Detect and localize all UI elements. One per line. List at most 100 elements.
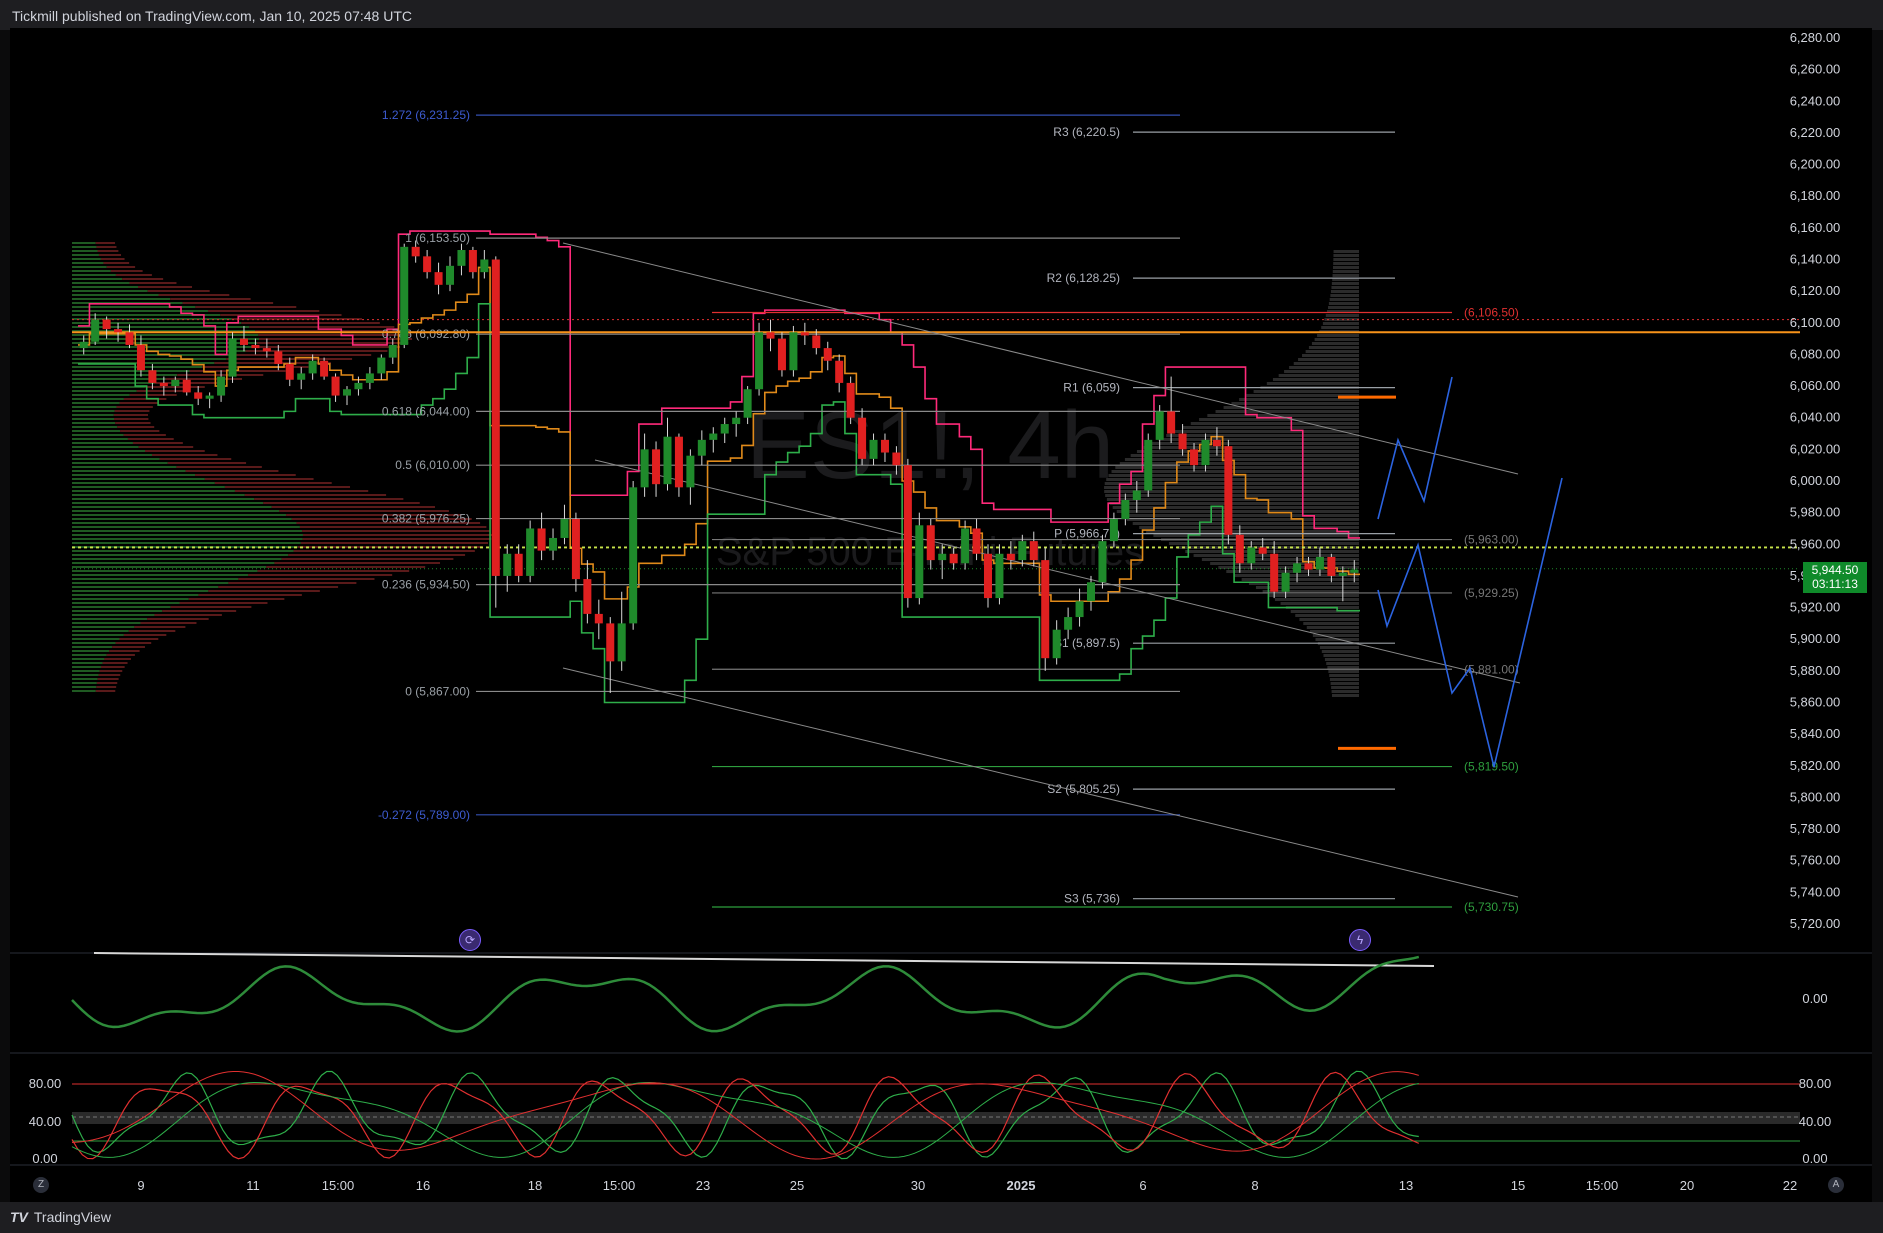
candle-body <box>1224 446 1233 535</box>
profile-bar-right <box>1331 690 1359 693</box>
candle-body <box>720 424 729 434</box>
profile-bar <box>147 290 210 292</box>
profile-bar <box>72 370 190 372</box>
candle-body <box>114 329 123 333</box>
profile-bar-right <box>1299 618 1359 621</box>
candle-body <box>526 528 535 576</box>
time-tick-label: 15 <box>1511 1178 1525 1193</box>
candle-body <box>1167 411 1176 434</box>
fib-level-label: 0.618 (6,044.00) <box>382 404 470 418</box>
profile-bar <box>204 478 314 480</box>
profile-bar <box>72 266 107 268</box>
profile-bar-right <box>1106 478 1359 481</box>
profile-bar <box>263 502 420 504</box>
candle-body <box>1098 541 1107 583</box>
profile-bar <box>241 322 380 324</box>
candle-body <box>1327 556 1336 576</box>
candle-body <box>1258 547 1267 554</box>
profile-bar <box>95 690 116 692</box>
candle-body <box>205 395 214 399</box>
candle-body <box>686 455 695 488</box>
profile-bar-right <box>1332 274 1359 277</box>
candle-body <box>663 436 672 485</box>
profile-bar <box>72 606 171 608</box>
profile-bar <box>72 690 96 692</box>
profile-bar <box>72 510 280 512</box>
profile-bar-right <box>1112 506 1359 509</box>
profile-bar-right <box>1106 498 1359 501</box>
profile-bar-right <box>1330 290 1359 293</box>
auto-scale-left-button[interactable]: Z <box>33 1177 49 1193</box>
profile-bar <box>72 286 139 288</box>
price-tick-label: 5,960.00 <box>1790 536 1841 551</box>
profile-bar <box>72 258 101 260</box>
price-tick-label: 6,200.00 <box>1790 157 1841 172</box>
candle-body <box>1178 433 1187 450</box>
candle-body <box>457 250 466 266</box>
candle-body <box>903 465 912 599</box>
stoch-tick-label-left: 40.00 <box>29 1114 62 1129</box>
price-chart[interactable]: ES1!, 4h S&P 500 E-mini Futures 1.272 (6… <box>0 0 1883 1233</box>
auto-scale-right-button[interactable]: A <box>1828 1177 1844 1193</box>
candle-body <box>285 363 294 380</box>
profile-bar <box>109 650 140 652</box>
profile-bar-right <box>1329 678 1359 681</box>
candle-body <box>1144 439 1153 491</box>
profile-bar <box>299 526 487 528</box>
profile-bar <box>72 446 139 448</box>
price-axis[interactable]: 6,280.00 6,260.00 6,240.00 6,220.00 6,200.00… <box>1790 30 1841 931</box>
stoch-band <box>72 1112 1800 1124</box>
tradingview-brand: TradingView <box>33 1209 111 1225</box>
replay-icon[interactable]: ⟳ <box>459 929 481 951</box>
profile-bar <box>254 498 404 500</box>
profile-bar <box>72 558 282 560</box>
time-axis[interactable]: 9 11 15:00 16 18 15:00 23 25 30 2025 6 8 13 15 15:00 20… <box>10 1164 1872 1193</box>
candle-body <box>858 417 867 459</box>
profile-bar-right <box>1333 254 1359 257</box>
profile-bar <box>97 250 119 252</box>
profile-bar <box>72 610 163 612</box>
time-tick-label: 6 <box>1139 1178 1146 1193</box>
lightning-icon[interactable]: ϟ <box>1349 929 1371 951</box>
profile-bar <box>72 410 115 412</box>
profile-bar-right <box>1146 530 1359 533</box>
candle-body <box>1304 563 1313 570</box>
profile-bar <box>72 654 107 656</box>
profile-bar <box>134 626 186 628</box>
candle-body <box>480 259 489 273</box>
profile-bar <box>248 574 393 576</box>
profile-bar <box>136 390 190 392</box>
profile-bar-right <box>1308 346 1359 349</box>
stoch-tick-label-right: 40.00 <box>1799 1114 1832 1129</box>
profile-bar <box>72 526 300 528</box>
profile-bar <box>98 674 121 676</box>
profile-bar <box>208 310 320 312</box>
price-tick-label: 6,080.00 <box>1790 346 1841 361</box>
pivot-level-label: S2 (5,805.25) <box>1047 782 1120 796</box>
profile-bar <box>72 522 297 524</box>
profile-bar <box>72 642 116 644</box>
candle-body <box>629 487 638 624</box>
profile-bar <box>110 270 143 272</box>
price-tick-label: 6,140.00 <box>1790 252 1841 267</box>
profile-bar-right <box>1136 450 1359 453</box>
fib-level-label: 0 (5,867.00) <box>405 684 470 698</box>
profile-bar <box>72 386 146 388</box>
candle-body <box>1029 541 1038 561</box>
price-tick-label: 5,900.00 <box>1790 631 1841 646</box>
candle-body <box>674 436 683 488</box>
tradingview-logo[interactable]: TV TradingView <box>10 1209 111 1225</box>
candle-body <box>423 256 432 273</box>
profile-bar <box>147 618 209 620</box>
profile-bar-right <box>1284 370 1359 373</box>
profile-bar <box>72 566 267 568</box>
candle-body <box>1018 541 1027 561</box>
profile-bar-right <box>1116 510 1359 513</box>
profile-bar <box>165 378 242 380</box>
candle-body <box>571 518 580 580</box>
candle-body <box>136 344 145 371</box>
profile-bar <box>274 562 441 564</box>
candle-body <box>1212 439 1221 447</box>
profile-bar <box>72 630 129 632</box>
level-label: (6,106.50) <box>1464 306 1519 320</box>
